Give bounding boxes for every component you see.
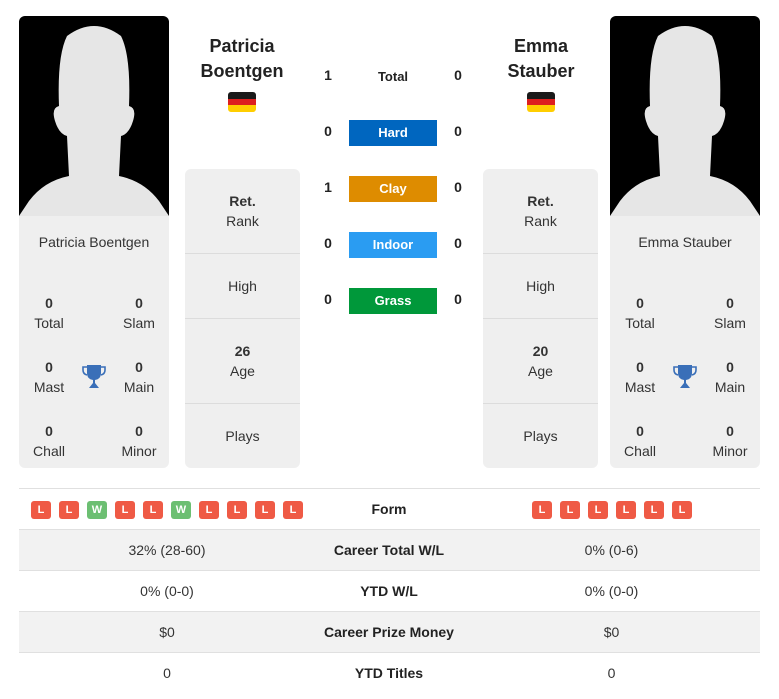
titles-total: 0 Total: [34, 295, 64, 331]
surface-total-label: Total: [377, 69, 409, 84]
player-info-left: Ret. Rank High 26 Age Plays: [185, 169, 300, 468]
surface-hard-button[interactable]: Hard: [349, 120, 437, 146]
titles-chall: 0 Chall: [624, 423, 656, 459]
ytd-titles-row: 0 YTD Titles 0: [19, 652, 760, 693]
player-card-right: Emma Stauber 0 Total 0 Slam 0 Mast 0 Main 0C…: [610, 16, 760, 468]
player-header-right: Emma Stauber: [471, 34, 611, 112]
form-loss-badge[interactable]: L: [115, 501, 135, 519]
titles-chall: 0 Chall: [33, 423, 65, 459]
h2h-grass-row: 0 Grass 0: [315, 288, 470, 314]
titles-mast: 0 Mast: [624, 359, 656, 395]
surface-clay-button[interactable]: Clay: [349, 176, 437, 202]
silhouette-icon: [610, 26, 760, 216]
titles-main: 0 Main: [123, 359, 155, 395]
form-loss-badge[interactable]: L: [644, 501, 664, 519]
career-total-wl-row: 32% (28-60) Career Total W/L 0% (0-6): [19, 529, 760, 570]
form-badges-right: LLLLLL: [532, 501, 692, 519]
form-loss-badge[interactable]: L: [31, 501, 51, 519]
player-info-right: Ret. Rank High 20 Age Plays: [483, 169, 598, 468]
form-loss-badge[interactable]: L: [588, 501, 608, 519]
form-loss-badge[interactable]: L: [616, 501, 636, 519]
rank-cell: Ret. Rank: [483, 169, 598, 254]
form-loss-badge[interactable]: L: [143, 501, 163, 519]
h2h-total-row: 1 Total 0: [315, 64, 470, 90]
player-last-name[interactable]: Boentgen: [172, 59, 312, 84]
form-loss-badge[interactable]: L: [255, 501, 275, 519]
form-loss-badge[interactable]: L: [283, 501, 303, 519]
plays-cell: Plays: [523, 428, 558, 444]
titles-mast: 0 Mast: [33, 359, 65, 395]
high-rank-cell: High: [185, 254, 300, 319]
player-photo-placeholder: [610, 16, 760, 216]
titles-minor: 0 Minor: [712, 423, 748, 459]
form-loss-badge[interactable]: L: [227, 501, 247, 519]
player-last-name[interactable]: Stauber: [471, 59, 611, 84]
titles-total: 0 Total: [625, 295, 655, 331]
career-prize-money-row: $0 Career Prize Money $0: [19, 611, 760, 652]
plays-cell: Plays: [225, 428, 260, 444]
age-cell: 20 Age: [483, 319, 598, 404]
trophy-icon: [673, 365, 697, 388]
high-rank-cell: High: [483, 254, 598, 319]
surface-grass-button[interactable]: Grass: [349, 288, 437, 314]
player-name-label: Patricia Boentgen: [38, 234, 150, 250]
surface-indoor-button[interactable]: Indoor: [349, 232, 437, 258]
form-loss-badge[interactable]: L: [59, 501, 79, 519]
titles-minor: 0 Minor: [121, 423, 157, 459]
player-first-name[interactable]: Emma: [471, 34, 611, 59]
player-card-left: Patricia Boentgen 0 Total 0 Slam 0 Mast 0 Ma…: [19, 16, 169, 468]
player-name-label: Emma Stauber: [638, 234, 732, 250]
ytd-wl-row: 0% (0-0) YTD W/L 0% (0-0): [19, 570, 760, 611]
titles-slam: 0 Slam: [123, 295, 155, 331]
titles-grid: 0 Total 0 Slam 0 Mast 0 Main 0 Chall 0 Minor: [19, 278, 169, 468]
rank-cell: Ret. Rank: [185, 169, 300, 254]
player-first-name[interactable]: Patricia: [172, 34, 312, 59]
player-header-left: Patricia Boentgen: [172, 34, 312, 112]
age-cell: 26 Age: [185, 319, 300, 404]
form-loss-badge[interactable]: L: [560, 501, 580, 519]
form-win-badge[interactable]: W: [87, 501, 107, 519]
form-row: LLWLLWLLLL Form LLLLLL: [19, 488, 760, 529]
h2h-hard-row: 0 Hard 0: [315, 120, 470, 146]
titles-main: 0 Main: [714, 359, 746, 395]
form-win-badge[interactable]: W: [171, 501, 191, 519]
h2h-indoor-row: 0 Indoor 0: [315, 232, 470, 258]
player-photo-placeholder: [19, 16, 169, 216]
form-loss-badge[interactable]: L: [532, 501, 552, 519]
titles-slam: 0 Slam: [714, 295, 746, 331]
form-loss-badge[interactable]: L: [199, 501, 219, 519]
comparison-table: LLWLLWLLLL Form LLLLLL 32% (28-60) Caree…: [19, 488, 760, 693]
form-badges-left: LLWLLWLLLL: [31, 501, 303, 519]
germany-flag-icon: [527, 92, 555, 112]
silhouette-icon: [19, 26, 169, 216]
titles-grid: 0 Total 0 Slam 0 Mast 0 Main 0 Chall 0 Minor: [610, 278, 760, 468]
germany-flag-icon: [228, 92, 256, 112]
form-label: Form: [371, 501, 407, 517]
form-loss-badge[interactable]: L: [672, 501, 692, 519]
trophy-icon: [82, 365, 106, 388]
h2h-clay-row: 1 Clay 0: [315, 176, 470, 202]
